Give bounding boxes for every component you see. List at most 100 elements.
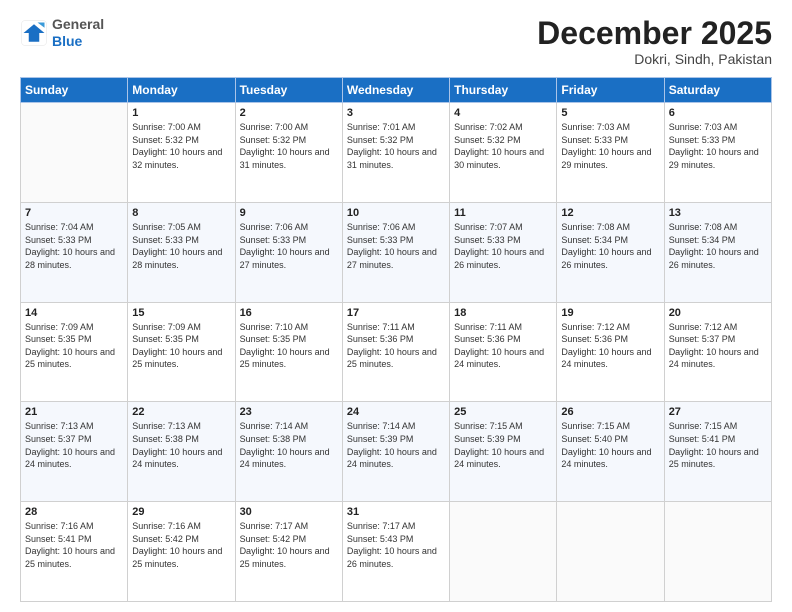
calendar-cell [664, 502, 771, 602]
day-number: 21 [25, 406, 123, 418]
week-row-0: 1 Sunrise: 7:00 AM Sunset: 5:32 PM Daylig… [21, 103, 772, 203]
calendar-cell [21, 103, 128, 203]
day-detail: Sunrise: 7:03 AM Sunset: 5:33 PM Dayligh… [561, 121, 659, 171]
day-number: 6 [669, 107, 767, 119]
calendar-cell: 26 Sunrise: 7:15 AM Sunset: 5:40 PM Dayli… [557, 402, 664, 502]
day-number: 22 [132, 406, 230, 418]
day-detail: Sunrise: 7:09 AM Sunset: 5:35 PM Dayligh… [132, 321, 230, 371]
calendar-cell: 9 Sunrise: 7:06 AM Sunset: 5:33 PM Daylig… [235, 202, 342, 302]
day-number: 9 [240, 207, 338, 219]
day-detail: Sunrise: 7:06 AM Sunset: 5:33 PM Dayligh… [240, 221, 338, 271]
day-detail: Sunrise: 7:13 AM Sunset: 5:37 PM Dayligh… [25, 420, 123, 470]
weekday-header-friday: Friday [557, 78, 664, 103]
calendar-cell: 7Sunrise: 7:04 AM Sunset: 5:33 PM Daylig… [21, 202, 128, 302]
day-detail: Sunrise: 7:14 AM Sunset: 5:39 PM Dayligh… [347, 420, 445, 470]
calendar-body: 1 Sunrise: 7:00 AM Sunset: 5:32 PM Daylig… [21, 103, 772, 602]
calendar-cell: 20Sunrise: 7:12 AM Sunset: 5:37 PM Dayli… [664, 302, 771, 402]
day-number: 17 [347, 307, 445, 319]
day-number: 26 [561, 406, 659, 418]
calendar-cell: 4 Sunrise: 7:02 AM Sunset: 5:32 PM Daylig… [450, 103, 557, 203]
day-number: 10 [347, 207, 445, 219]
day-number: 24 [347, 406, 445, 418]
weekday-header-thursday: Thursday [450, 78, 557, 103]
day-detail: Sunrise: 7:05 AM Sunset: 5:33 PM Dayligh… [132, 221, 230, 271]
calendar-cell: 13 Sunrise: 7:08 AM Sunset: 5:34 PM Dayli… [664, 202, 771, 302]
logo: General Blue [20, 16, 104, 50]
day-detail: Sunrise: 7:06 AM Sunset: 5:33 PM Dayligh… [347, 221, 445, 271]
calendar-table: SundayMondayTuesdayWednesdayThursdayFrid… [20, 77, 772, 602]
day-detail: Sunrise: 7:12 AM Sunset: 5:36 PM Dayligh… [561, 321, 659, 371]
day-number: 29 [132, 506, 230, 518]
title-block: December 2025 Dokri, Sindh, Pakistan [537, 16, 772, 67]
calendar-cell: 1 Sunrise: 7:00 AM Sunset: 5:32 PM Daylig… [128, 103, 235, 203]
day-number: 5 [561, 107, 659, 119]
calendar-cell: 10 Sunrise: 7:06 AM Sunset: 5:33 PM Dayli… [342, 202, 449, 302]
calendar-cell: 15Sunrise: 7:09 AM Sunset: 5:35 PM Dayli… [128, 302, 235, 402]
day-number: 2 [240, 107, 338, 119]
calendar-cell [557, 502, 664, 602]
day-number: 30 [240, 506, 338, 518]
calendar-cell: 16Sunrise: 7:10 AM Sunset: 5:35 PM Dayli… [235, 302, 342, 402]
calendar-cell: 18 Sunrise: 7:11 AM Sunset: 5:36 PM Dayli… [450, 302, 557, 402]
weekday-header-tuesday: Tuesday [235, 78, 342, 103]
calendar-page: General Blue December 2025 Dokri, Sindh,… [0, 0, 792, 612]
day-number: 13 [669, 207, 767, 219]
day-detail: Sunrise: 7:02 AM Sunset: 5:32 PM Dayligh… [454, 121, 552, 171]
calendar-cell: 11 Sunrise: 7:07 AM Sunset: 5:33 PM Dayli… [450, 202, 557, 302]
calendar-cell: 6 Sunrise: 7:03 AM Sunset: 5:33 PM Daylig… [664, 103, 771, 203]
calendar-cell: 25Sunrise: 7:15 AM Sunset: 5:39 PM Dayli… [450, 402, 557, 502]
day-detail: Sunrise: 7:00 AM Sunset: 5:32 PM Dayligh… [132, 121, 230, 171]
calendar-cell: 30 Sunrise: 7:17 AM Sunset: 5:42 PM Dayli… [235, 502, 342, 602]
day-number: 4 [454, 107, 552, 119]
day-detail: Sunrise: 7:08 AM Sunset: 5:34 PM Dayligh… [669, 221, 767, 271]
day-detail: Sunrise: 7:16 AM Sunset: 5:41 PM Dayligh… [25, 520, 123, 570]
logo-blue: Blue [52, 33, 82, 49]
calendar-cell: 27Sunrise: 7:15 AM Sunset: 5:41 PM Dayli… [664, 402, 771, 502]
day-detail: Sunrise: 7:03 AM Sunset: 5:33 PM Dayligh… [669, 121, 767, 171]
day-detail: Sunrise: 7:15 AM Sunset: 5:40 PM Dayligh… [561, 420, 659, 470]
calendar-cell: 19 Sunrise: 7:12 AM Sunset: 5:36 PM Dayli… [557, 302, 664, 402]
day-number: 3 [347, 107, 445, 119]
calendar-cell [450, 502, 557, 602]
logo-icon [20, 19, 48, 47]
day-number: 7 [25, 207, 123, 219]
week-row-2: 14Sunrise: 7:09 AM Sunset: 5:35 PM Dayli… [21, 302, 772, 402]
calendar-cell: 2 Sunrise: 7:00 AM Sunset: 5:32 PM Daylig… [235, 103, 342, 203]
calendar-cell: 21 Sunrise: 7:13 AM Sunset: 5:37 PM Dayli… [21, 402, 128, 502]
day-number: 8 [132, 207, 230, 219]
day-number: 31 [347, 506, 445, 518]
calendar-cell: 5 Sunrise: 7:03 AM Sunset: 5:33 PM Daylig… [557, 103, 664, 203]
day-detail: Sunrise: 7:07 AM Sunset: 5:33 PM Dayligh… [454, 221, 552, 271]
day-detail: Sunrise: 7:11 AM Sunset: 5:36 PM Dayligh… [454, 321, 552, 371]
week-row-3: 21 Sunrise: 7:13 AM Sunset: 5:37 PM Dayli… [21, 402, 772, 502]
logo-text: General Blue [52, 16, 104, 50]
day-detail: Sunrise: 7:00 AM Sunset: 5:32 PM Dayligh… [240, 121, 338, 171]
day-detail: Sunrise: 7:17 AM Sunset: 5:42 PM Dayligh… [240, 520, 338, 570]
day-detail: Sunrise: 7:13 AM Sunset: 5:38 PM Dayligh… [132, 420, 230, 470]
day-number: 12 [561, 207, 659, 219]
day-number: 19 [561, 307, 659, 319]
day-number: 1 [132, 107, 230, 119]
calendar-cell: 23Sunrise: 7:14 AM Sunset: 5:38 PM Dayli… [235, 402, 342, 502]
weekday-header-saturday: Saturday [664, 78, 771, 103]
location: Dokri, Sindh, Pakistan [537, 51, 772, 67]
calendar-cell: 17 Sunrise: 7:11 AM Sunset: 5:36 PM Dayli… [342, 302, 449, 402]
day-number: 18 [454, 307, 552, 319]
weekday-header-sunday: Sunday [21, 78, 128, 103]
day-detail: Sunrise: 7:09 AM Sunset: 5:35 PM Dayligh… [25, 321, 123, 371]
calendar-cell: 31Sunrise: 7:17 AM Sunset: 5:43 PM Dayli… [342, 502, 449, 602]
day-detail: Sunrise: 7:12 AM Sunset: 5:37 PM Dayligh… [669, 321, 767, 371]
calendar-cell: 8 Sunrise: 7:05 AM Sunset: 5:33 PM Daylig… [128, 202, 235, 302]
weekday-header-monday: Monday [128, 78, 235, 103]
calendar-cell: 24 Sunrise: 7:14 AM Sunset: 5:39 PM Dayli… [342, 402, 449, 502]
day-detail: Sunrise: 7:15 AM Sunset: 5:39 PM Dayligh… [454, 420, 552, 470]
week-row-4: 28Sunrise: 7:16 AM Sunset: 5:41 PM Dayli… [21, 502, 772, 602]
calendar-cell: 29Sunrise: 7:16 AM Sunset: 5:42 PM Dayli… [128, 502, 235, 602]
day-detail: Sunrise: 7:10 AM Sunset: 5:35 PM Dayligh… [240, 321, 338, 371]
day-detail: Sunrise: 7:01 AM Sunset: 5:32 PM Dayligh… [347, 121, 445, 171]
day-detail: Sunrise: 7:11 AM Sunset: 5:36 PM Dayligh… [347, 321, 445, 371]
day-detail: Sunrise: 7:08 AM Sunset: 5:34 PM Dayligh… [561, 221, 659, 271]
day-detail: Sunrise: 7:14 AM Sunset: 5:38 PM Dayligh… [240, 420, 338, 470]
calendar-cell: 12 Sunrise: 7:08 AM Sunset: 5:34 PM Dayli… [557, 202, 664, 302]
day-number: 11 [454, 207, 552, 219]
